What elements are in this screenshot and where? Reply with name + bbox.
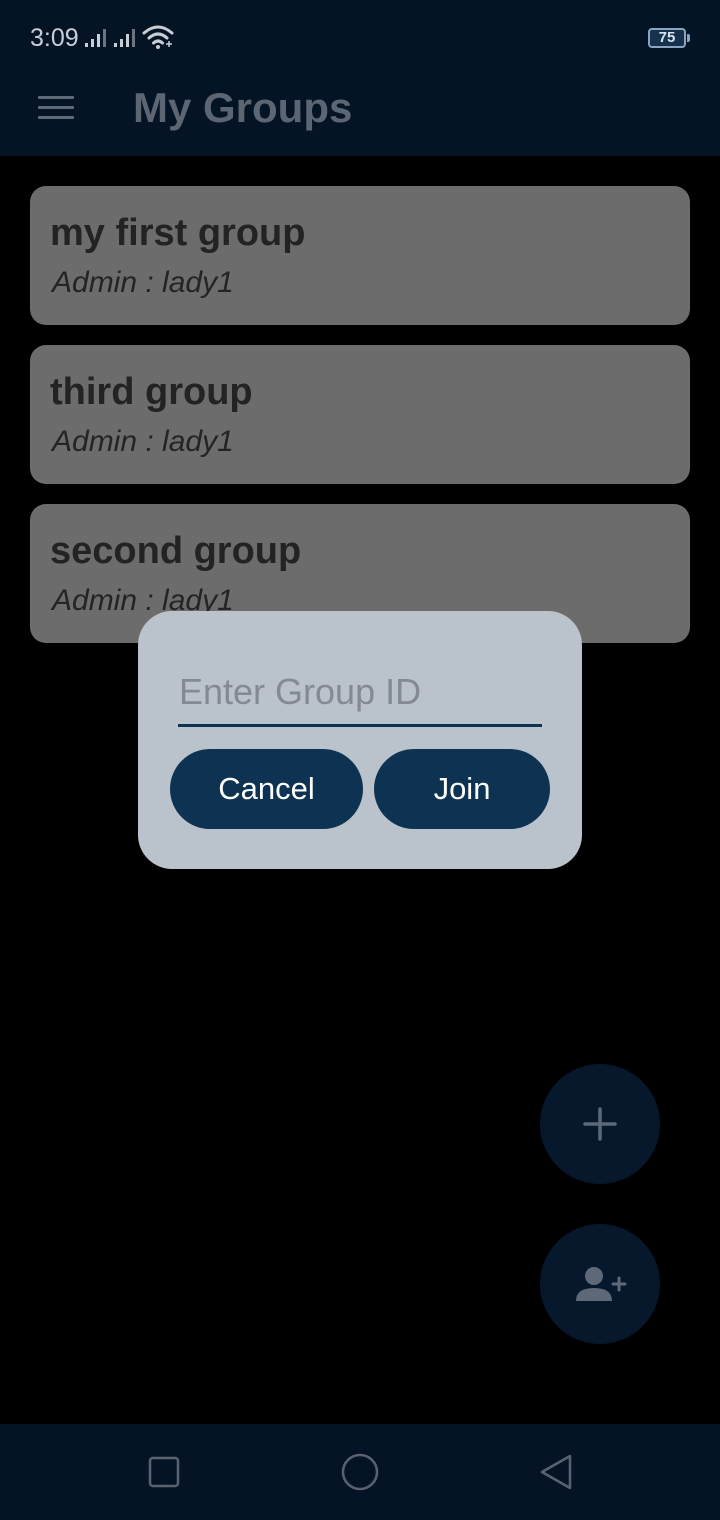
circle-home-icon[interactable]: [336, 1448, 384, 1496]
hamburger-menu-icon[interactable]: [38, 94, 74, 122]
wifi-icon: [142, 25, 174, 49]
status-time: 3:09: [30, 24, 79, 52]
group-name: my first group: [50, 212, 306, 254]
join-group-dialog: Cancel Join: [138, 611, 582, 869]
signal-icon: [85, 29, 106, 47]
group-admin: Admin : lady1: [52, 266, 234, 299]
join-button[interactable]: Join: [374, 749, 550, 829]
status-bar: 3:09 75: [0, 0, 720, 76]
navigation-bar: [0, 1424, 720, 1520]
create-group-button[interactable]: [540, 1064, 660, 1184]
join-group-button[interactable]: [540, 1224, 660, 1344]
cancel-button[interactable]: Cancel: [170, 749, 363, 829]
square-recents-icon[interactable]: [140, 1448, 188, 1496]
group-id-input[interactable]: [178, 665, 542, 727]
battery-tip: [687, 34, 690, 42]
group-admin: Admin : lady1: [52, 425, 234, 458]
battery-icon: 75: [648, 28, 686, 48]
app-bar: My Groups: [0, 76, 720, 156]
triangle-back-icon[interactable]: [532, 1448, 580, 1496]
group-card[interactable]: third group Admin : lady1: [30, 345, 690, 484]
signal-icon: [114, 29, 135, 47]
group-name: third group: [50, 371, 253, 413]
plus-icon: [583, 1107, 617, 1141]
group-name: second group: [50, 530, 302, 572]
page-title: My Groups: [133, 84, 353, 131]
add-person-icon: [576, 1267, 627, 1301]
group-card[interactable]: my first group Admin : lady1: [30, 186, 690, 325]
